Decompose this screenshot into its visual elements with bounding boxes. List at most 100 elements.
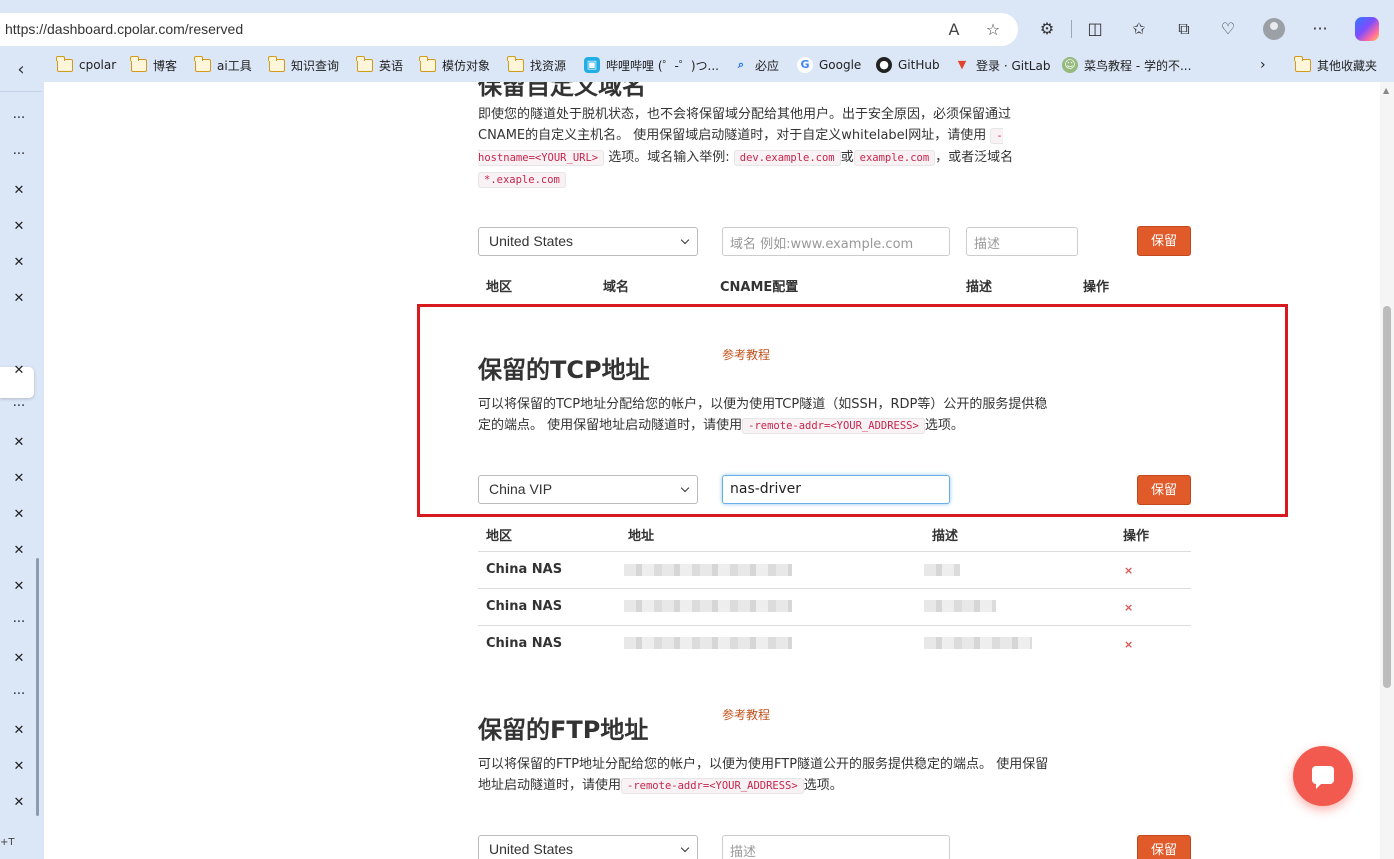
domain-save-button[interactable]: 保留 — [1137, 226, 1191, 256]
tcp-highlight-box — [417, 304, 1288, 517]
domain-col-domain: 域名 — [603, 280, 630, 295]
url-text[interactable]: https://dashboard.cpolar.com/reserved — [5, 21, 243, 37]
tab-item[interactable]: ✕ — [0, 502, 42, 532]
tabs-scrollbar[interactable] — [36, 558, 39, 816]
tab-more-icon[interactable]: ··· — [10, 399, 28, 414]
scroll-up-icon[interactable]: ▲ — [1383, 86, 1389, 95]
domain-col-description: 描述 — [966, 280, 993, 295]
tab-item[interactable]: ··· — [0, 394, 42, 424]
tab-item[interactable]: ✕ — [0, 178, 42, 208]
browser-essentials-icon[interactable]: ♡ — [1217, 18, 1239, 40]
chat-support-button[interactable] — [1293, 746, 1353, 806]
tab-item[interactable]: ✕ — [0, 466, 42, 496]
bookmark-bing[interactable]: ⌕ 必应 — [733, 56, 779, 74]
bookmark-knowledge[interactable]: 知识查询 — [268, 55, 339, 74]
tab-close-icon[interactable]: ✕ — [10, 471, 28, 486]
tab-close-icon[interactable]: ✕ — [10, 723, 28, 738]
github-icon: ● — [876, 57, 892, 73]
new-tab-shortcut: +T — [0, 837, 15, 848]
bookmark-ai-tools[interactable]: ai工具 — [194, 55, 252, 74]
more-menu-icon[interactable]: ··· — [1309, 18, 1331, 40]
split-screen-icon[interactable]: ◫ — [1084, 18, 1106, 40]
tcp-row-delete-icon[interactable]: × — [1124, 638, 1133, 651]
tab-item[interactable]: ··· — [0, 142, 42, 172]
tcp-col-region: 地区 — [486, 529, 513, 544]
favorites-icon[interactable]: ✩ — [1128, 18, 1150, 40]
favorite-star-icon[interactable]: ☆ — [983, 20, 1003, 39]
extensions-icon[interactable]: ⚙ — [1036, 18, 1058, 40]
tab-close-icon[interactable]: ✕ — [10, 579, 28, 594]
gitlab-icon: ▼ — [957, 58, 967, 71]
bookmark-resources[interactable]: 找资源 — [507, 55, 566, 74]
tab-close-icon[interactable]: ✕ — [10, 255, 28, 270]
domain-section-description: 即使您的隧道处于脱机状态，也不会将保留域分配给其他用户。出于安全原因，必须保留通… — [478, 107, 1014, 188]
tab-close-icon[interactable]: ✕ — [10, 759, 28, 774]
tab-more-icon[interactable]: ··· — [10, 615, 28, 630]
bookmark-gitlab[interactable]: ▼ 登录 · GitLab — [954, 56, 1051, 74]
tab-more-icon[interactable]: ··· — [10, 147, 28, 162]
ftp-tutorial-link[interactable]: 参考教程 — [722, 706, 770, 723]
tab-close-icon[interactable]: ✕ — [10, 183, 28, 198]
tab-more-icon[interactable]: ··· — [10, 687, 28, 702]
bookmark-english[interactable]: 英语 — [356, 55, 403, 74]
search-icon: ⌕ — [737, 58, 745, 71]
page-scrollbar[interactable]: ▲ — [1380, 82, 1394, 859]
tcp-row-delete-icon[interactable]: × — [1124, 564, 1133, 577]
domain-name-input[interactable]: 域名 例如:www.example.com — [722, 227, 950, 256]
tab-item[interactable]: ··· — [0, 106, 42, 136]
tab-close-icon[interactable]: ✕ — [10, 543, 28, 558]
tab-item[interactable]: ✕ — [0, 214, 42, 244]
folder-icon — [356, 55, 373, 72]
bookmark-cpolar[interactable]: cpolar — [56, 55, 116, 74]
address-bar[interactable]: https://dashboard.cpolar.com/reserved A … — [0, 13, 1018, 46]
bookmark-runoob[interactable]: ☺ 菜鸟教程 - 学的不... — [1062, 56, 1191, 74]
read-aloud-icon[interactable]: A — [944, 20, 964, 39]
tcp-row-region: China NAS — [486, 599, 563, 614]
bookmarks-overflow-chevron-icon[interactable]: › — [1260, 56, 1266, 74]
tab-close-icon[interactable]: ✕ — [10, 651, 28, 666]
folder-icon — [1294, 55, 1311, 72]
tcp-row-description-redacted — [924, 600, 996, 612]
vertical-tabs-panel: ‹ ··· ··· ✕ ✕ ✕ ✕ ✕ ··· ✕ ✕ ✕ ✕ ✕ ··· ✕ … — [0, 48, 44, 859]
bookmark-blog[interactable]: 博客 — [130, 55, 177, 74]
ftp-section-title: 保留的FTP地址 — [478, 716, 649, 744]
tcp-row-address-redacted — [624, 637, 792, 649]
domain-description-input[interactable]: 描述 — [966, 227, 1078, 256]
tab-item[interactable]: ✕ — [0, 286, 42, 316]
bookmark-github[interactable]: ● GitHub — [876, 56, 940, 74]
domain-col-actions: 操作 — [1083, 280, 1110, 295]
copilot-icon[interactable] — [1355, 17, 1379, 41]
ftp-save-button[interactable]: 保留 — [1137, 835, 1191, 859]
bookmark-role-models[interactable]: 模仿对象 — [419, 55, 490, 74]
tab-close-icon[interactable]: ✕ — [10, 507, 28, 522]
tab-item[interactable]: ✕ — [0, 250, 42, 280]
tab-close-icon[interactable]: ✕ — [10, 795, 28, 810]
collections-icon[interactable]: ⧉ — [1173, 18, 1195, 40]
tcp-row-delete-icon[interactable]: × — [1124, 601, 1133, 614]
folder-icon — [56, 55, 73, 72]
bookmark-google[interactable]: G Google — [797, 56, 861, 74]
tab-close-icon[interactable]: ✕ — [10, 435, 28, 450]
tab-item[interactable]: ✕ — [0, 358, 42, 388]
tcp-col-actions: 操作 — [1123, 529, 1150, 544]
toolbar-divider — [1071, 20, 1072, 38]
tab-close-icon[interactable]: ✕ — [10, 291, 28, 306]
tab-close-icon[interactable]: ✕ — [10, 363, 28, 378]
tcp-col-description: 描述 — [932, 529, 959, 544]
page-scrollbar-thumb[interactable] — [1383, 306, 1391, 688]
table-divider — [478, 588, 1191, 589]
tab-more-icon[interactable]: ··· — [10, 111, 28, 126]
bookmark-bilibili[interactable]: ▣ 哔哩哔哩 (゜-゜)つ... — [584, 56, 719, 74]
profile-avatar[interactable] — [1263, 18, 1285, 40]
chat-bubble-icon — [1312, 766, 1334, 789]
domain-region-select[interactable]: United States — [478, 227, 698, 256]
tcp-row-description-redacted — [924, 564, 960, 576]
tab-item[interactable]: ✕ — [0, 430, 42, 460]
bookmark-other-favorites[interactable]: 其他收藏夹 — [1294, 55, 1377, 74]
tcp-row-address-redacted — [624, 564, 792, 576]
ftp-region-select[interactable]: United States — [478, 835, 698, 859]
ftp-description-input[interactable]: 描述 — [722, 835, 950, 859]
tab-close-icon[interactable]: ✕ — [10, 219, 28, 234]
collapse-panel-chevron-icon[interactable]: ‹ — [0, 48, 42, 92]
bilibili-icon: ▣ — [584, 57, 600, 73]
